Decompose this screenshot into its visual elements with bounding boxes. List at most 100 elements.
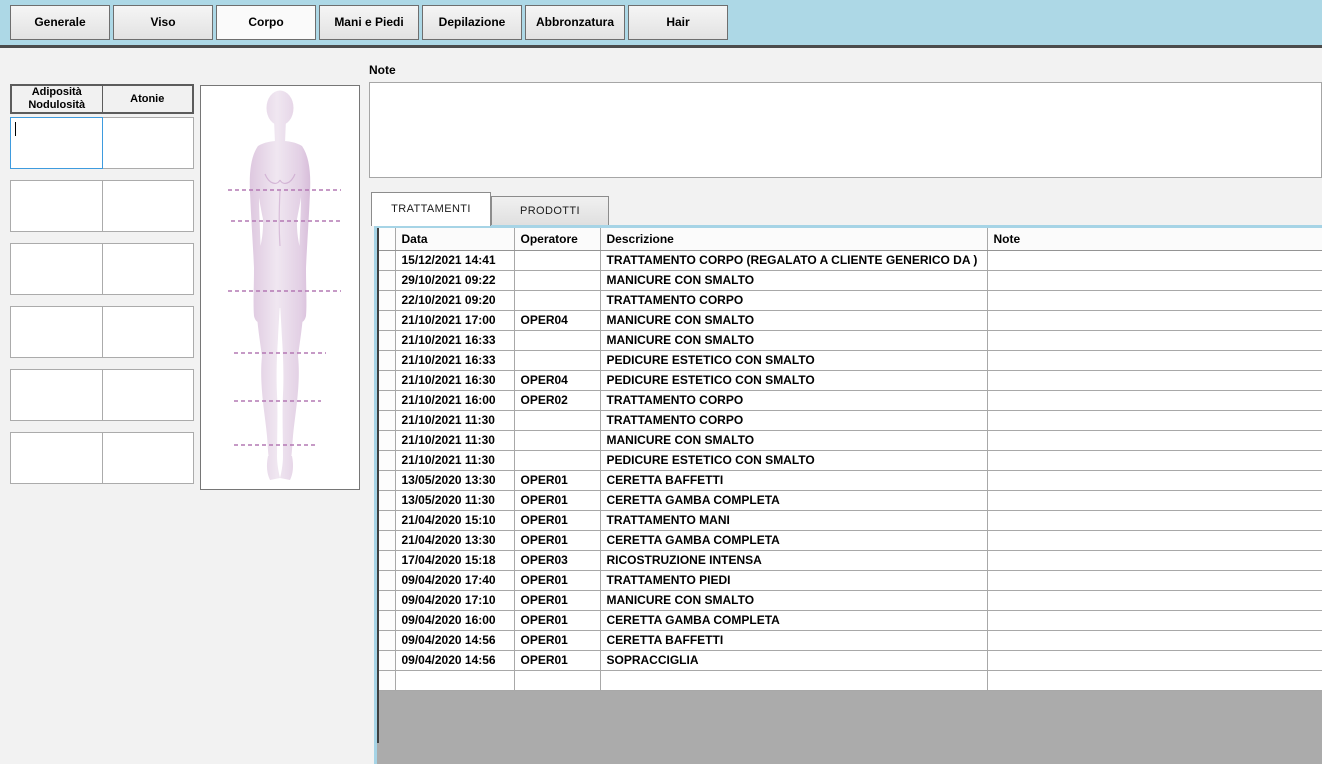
- cell-data[interactable]: 21/10/2021 16:00: [395, 390, 514, 410]
- cell-data[interactable]: 09/04/2020 14:56: [395, 650, 514, 670]
- cell-operatore[interactable]: [514, 410, 600, 430]
- table-row[interactable]: 29/10/2021 09:22 MANICURE CON SMALTO: [379, 270, 1322, 290]
- row-selector[interactable]: [379, 530, 395, 550]
- section-tab-button[interactable]: Mani e Piedi: [319, 5, 419, 40]
- atonie-input[interactable]: [102, 432, 194, 484]
- cell-data[interactable]: 09/04/2020 17:40: [395, 570, 514, 590]
- cell-operatore[interactable]: OPER01: [514, 470, 600, 490]
- cell-note[interactable]: [987, 370, 1322, 390]
- note-input[interactable]: [369, 82, 1322, 178]
- atonie-input[interactable]: [102, 369, 194, 421]
- cell-note[interactable]: [987, 310, 1322, 330]
- row-selector[interactable]: [379, 570, 395, 590]
- cell-data[interactable]: 22/10/2021 09:20: [395, 290, 514, 310]
- cell-operatore[interactable]: [514, 270, 600, 290]
- cell-descrizione[interactable]: TRATTAMENTO CORPO: [600, 390, 987, 410]
- table-row[interactable]: 21/10/2021 11:30 PEDICURE ESTETICO CON S…: [379, 450, 1322, 470]
- cell-note[interactable]: [987, 570, 1322, 590]
- column-header-note[interactable]: Note: [987, 228, 1322, 250]
- cell-data[interactable]: 15/12/2021 14:41: [395, 250, 514, 270]
- table-row[interactable]: 09/04/2020 17:10 OPER01 MANICURE CON SMA…: [379, 590, 1322, 610]
- row-selector[interactable]: [379, 450, 395, 470]
- row-selector[interactable]: [379, 370, 395, 390]
- cell-data[interactable]: 21/10/2021 16:33: [395, 330, 514, 350]
- cell-note[interactable]: [987, 650, 1322, 670]
- cell-operatore[interactable]: [514, 290, 600, 310]
- cell-note[interactable]: [987, 290, 1322, 310]
- row-selector[interactable]: [379, 310, 395, 330]
- cell-note[interactable]: [987, 470, 1322, 490]
- cell-note[interactable]: [987, 510, 1322, 530]
- cell-data[interactable]: 09/04/2020 14:56: [395, 630, 514, 650]
- cell-data[interactable]: 21/10/2021 11:30: [395, 410, 514, 430]
- cell-operatore[interactable]: [514, 450, 600, 470]
- atonie-input[interactable]: [102, 117, 194, 169]
- cell-operatore[interactable]: OPER04: [514, 310, 600, 330]
- row-selector[interactable]: [379, 590, 395, 610]
- row-selector[interactable]: [379, 470, 395, 490]
- cell-descrizione[interactable]: PEDICURE ESTETICO CON SMALTO: [600, 370, 987, 390]
- row-selector[interactable]: [379, 510, 395, 530]
- atonie-input[interactable]: [102, 180, 194, 232]
- table-row[interactable]: 09/04/2020 17:40 OPER01 TRATTAMENTO PIED…: [379, 570, 1322, 590]
- table-row[interactable]: 22/10/2021 09:20 TRATTAMENTO CORPO: [379, 290, 1322, 310]
- adiposity-input[interactable]: [10, 180, 103, 232]
- table-row[interactable]: 21/10/2021 16:30 OPER04 PEDICURE ESTETIC…: [379, 370, 1322, 390]
- cell-operatore[interactable]: OPER01: [514, 610, 600, 630]
- row-selector[interactable]: [379, 630, 395, 650]
- cell-note[interactable]: [987, 270, 1322, 290]
- section-tab-button[interactable]: Generale: [10, 5, 110, 40]
- cell-note[interactable]: [987, 630, 1322, 650]
- section-tab-button[interactable]: Corpo: [216, 5, 316, 40]
- row-selector[interactable]: [379, 550, 395, 570]
- section-tab-button[interactable]: Depilazione: [422, 5, 522, 40]
- cell-note[interactable]: [987, 330, 1322, 350]
- cell-note[interactable]: [987, 410, 1322, 430]
- adiposity-input[interactable]: [10, 432, 103, 484]
- row-selector[interactable]: [379, 290, 395, 310]
- tab-trattamenti[interactable]: TRATTAMENTI: [371, 192, 491, 226]
- column-header-data[interactable]: Data: [395, 228, 514, 250]
- cell-descrizione[interactable]: TRATTAMENTO CORPO: [600, 290, 987, 310]
- table-row[interactable]: 21/10/2021 16:00 OPER02 TRATTAMENTO CORP…: [379, 390, 1322, 410]
- cell-descrizione[interactable]: CERETTA BAFFETTI: [600, 630, 987, 650]
- row-selector[interactable]: [379, 250, 395, 270]
- cell-descrizione[interactable]: TRATTAMENTO CORPO: [600, 410, 987, 430]
- row-selector[interactable]: [379, 650, 395, 670]
- section-tab-button[interactable]: Hair: [628, 5, 728, 40]
- cell-data[interactable]: 17/04/2020 15:18: [395, 550, 514, 570]
- table-row[interactable]: 21/10/2021 11:30 MANICURE CON SMALTO: [379, 430, 1322, 450]
- cell-data[interactable]: 21/10/2021 16:33: [395, 350, 514, 370]
- table-row[interactable]: 21/10/2021 16:33 PEDICURE ESTETICO CON S…: [379, 350, 1322, 370]
- atonie-input[interactable]: [102, 243, 194, 295]
- table-row[interactable]: 09/04/2020 14:56 OPER01 CERETTA BAFFETTI: [379, 630, 1322, 650]
- table-row-empty[interactable]: [379, 670, 1322, 690]
- cell-note[interactable]: [987, 450, 1322, 470]
- cell-descrizione[interactable]: MANICURE CON SMALTO: [600, 330, 987, 350]
- cell-data[interactable]: 09/04/2020 17:10: [395, 590, 514, 610]
- cell-descrizione[interactable]: TRATTAMENTO CORPO (REGALATO A CLIENTE GE…: [600, 250, 987, 270]
- cell-data[interactable]: 21/10/2021 11:30: [395, 430, 514, 450]
- cell-note[interactable]: [987, 390, 1322, 410]
- cell-data[interactable]: 21/04/2020 13:30: [395, 530, 514, 550]
- cell-note[interactable]: [987, 610, 1322, 630]
- cell-operatore[interactable]: [514, 350, 600, 370]
- cell-note[interactable]: [987, 590, 1322, 610]
- cell-descrizione[interactable]: CERETTA GAMBA COMPLETA: [600, 530, 987, 550]
- cell-note[interactable]: [987, 490, 1322, 510]
- table-row[interactable]: 13/05/2020 13:30 OPER01 CERETTA BAFFETTI: [379, 470, 1322, 490]
- cell-operatore[interactable]: [514, 430, 600, 450]
- cell-descrizione[interactable]: PEDICURE ESTETICO CON SMALTO: [600, 450, 987, 470]
- row-selector[interactable]: [379, 610, 395, 630]
- table-row[interactable]: 21/04/2020 13:30 OPER01 CERETTA GAMBA CO…: [379, 530, 1322, 550]
- table-row[interactable]: 15/12/2021 14:41 TRATTAMENTO CORPO (REGA…: [379, 250, 1322, 270]
- cell-operatore[interactable]: OPER02: [514, 390, 600, 410]
- cell-data[interactable]: 21/04/2020 15:10: [395, 510, 514, 530]
- table-row[interactable]: 17/04/2020 15:18 OPER03 RICOSTRUZIONE IN…: [379, 550, 1322, 570]
- cell-operatore[interactable]: OPER01: [514, 510, 600, 530]
- cell-operatore[interactable]: [514, 250, 600, 270]
- cell-operatore[interactable]: OPER01: [514, 490, 600, 510]
- cell-descrizione[interactable]: CERETTA GAMBA COMPLETA: [600, 610, 987, 630]
- cell-operatore[interactable]: OPER01: [514, 650, 600, 670]
- cell-data[interactable]: 13/05/2020 11:30: [395, 490, 514, 510]
